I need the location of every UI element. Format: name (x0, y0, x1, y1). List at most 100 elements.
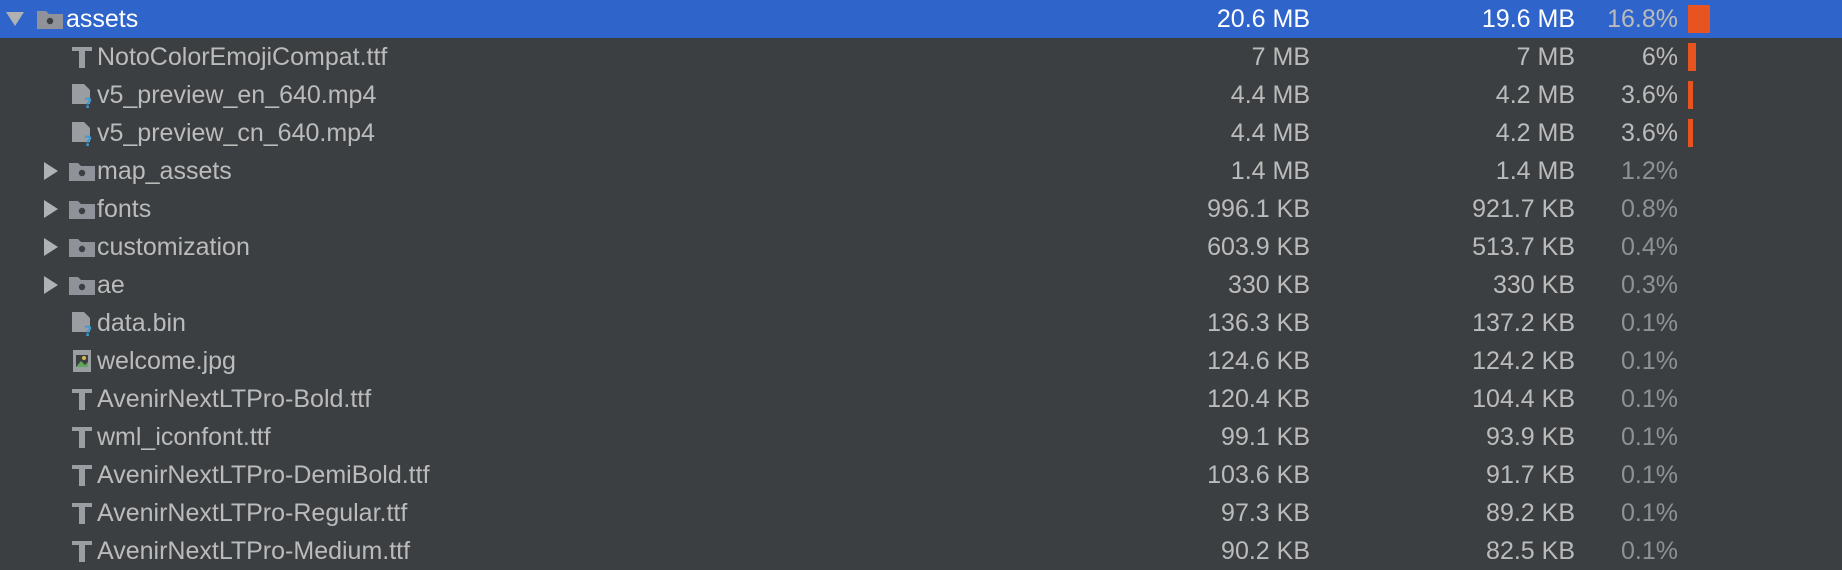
folder-icon (68, 195, 96, 223)
file-name: NotoColorEmojiCompat.ttf (97, 43, 388, 71)
size-percent: 1.2% (1621, 157, 1678, 185)
file-name: AvenirNextLTPro-DemiBold.ttf (97, 461, 430, 489)
unknown-file-icon: ? (68, 309, 96, 340)
tree-row[interactable]: ? v5_preview_cn_640.mp4 4.4 MB 4.2 MB 3.6% (0, 114, 1842, 152)
download-size: 104.4 KB (1472, 385, 1575, 413)
file-name: fonts (97, 195, 152, 223)
font-file-icon (68, 385, 96, 413)
size-percent: 0.1% (1621, 347, 1678, 375)
raw-size: 1.4 MB (1230, 157, 1310, 185)
size-percent: 0.1% (1621, 385, 1678, 413)
image-file-icon (68, 347, 96, 375)
file-name: map_assets (97, 157, 232, 185)
raw-size: 124.6 KB (1207, 347, 1310, 375)
size-bar (1688, 43, 1696, 71)
size-bar (1688, 5, 1710, 33)
svg-text:?: ? (84, 324, 92, 337)
file-name: AvenirNextLTPro-Bold.ttf (97, 385, 372, 413)
tree-row[interactable]: ae 330 KB 330 KB 0.3% (0, 266, 1842, 304)
unknown-file-icon: ? (68, 119, 96, 150)
raw-size: 97.3 KB (1221, 499, 1310, 527)
file-name: welcome.jpg (97, 347, 236, 375)
raw-size: 103.6 KB (1207, 461, 1310, 489)
download-size: 137.2 KB (1472, 309, 1575, 337)
size-percent: 0.1% (1621, 499, 1678, 527)
raw-size: 4.4 MB (1230, 119, 1310, 147)
tree-row[interactable]: AvenirNextLTPro-Medium.ttf 90.2 KB 82.5 KB… (0, 532, 1842, 570)
size-percent: 0.1% (1621, 423, 1678, 451)
folder-icon (36, 5, 64, 33)
folder-icon (68, 271, 96, 299)
file-name: AvenirNextLTPro-Medium.ttf (97, 537, 411, 565)
file-name: v5_preview_cn_640.mp4 (97, 119, 375, 147)
download-size: 82.5 KB (1486, 537, 1575, 565)
download-size: 921.7 KB (1472, 195, 1575, 223)
chevron-right-icon[interactable] (38, 228, 64, 266)
file-name: customization (97, 233, 250, 261)
font-file-icon (68, 499, 96, 527)
tree-row[interactable]: fonts 996.1 KB 921.7 KB 0.8% (0, 190, 1842, 228)
font-file-icon (68, 423, 96, 451)
download-size: 91.7 KB (1486, 461, 1575, 489)
download-size: 7 MB (1516, 43, 1575, 71)
font-file-icon (68, 537, 96, 565)
raw-size: 603.9 KB (1207, 233, 1310, 261)
raw-size: 330 KB (1227, 271, 1310, 299)
chevron-right-icon[interactable] (38, 190, 64, 228)
raw-size: 20.6 MB (1216, 5, 1310, 33)
chevron-right-icon[interactable] (38, 266, 64, 304)
tree-row[interactable]: AvenirNextLTPro-Bold.ttf 120.4 KB 104.4 KB… (0, 380, 1842, 418)
raw-size: 7 MB (1251, 43, 1310, 71)
tree-row[interactable]: map_assets 1.4 MB 1.4 MB 1.2% (0, 152, 1842, 190)
file-name: ae (97, 271, 125, 299)
file-size-tree: assets 20.6 MB 19.6 MB 16.8% NotoColorEmojiC… (0, 0, 1842, 565)
font-file-icon (68, 461, 96, 489)
download-size: 4.2 MB (1495, 81, 1575, 109)
size-percent: 6% (1641, 43, 1678, 71)
file-name: wml_iconfont.ttf (97, 423, 271, 451)
file-name: v5_preview_en_640.mp4 (97, 81, 377, 109)
tree-row[interactable]: ? v5_preview_en_640.mp4 4.4 MB 4.2 MB 3.6% (0, 76, 1842, 114)
chevron-down-icon[interactable] (2, 0, 28, 38)
size-bar (1688, 119, 1693, 147)
download-size: 4.2 MB (1495, 119, 1575, 147)
file-name: data.bin (97, 309, 186, 337)
tree-row[interactable]: customization 603.9 KB 513.7 KB 0.4% (0, 228, 1842, 266)
raw-size: 99.1 KB (1221, 423, 1310, 451)
raw-size: 90.2 KB (1221, 537, 1310, 565)
chevron-right-icon[interactable] (38, 152, 64, 190)
tree-row[interactable]: welcome.jpg 124.6 KB 124.2 KB 0.1% (0, 342, 1842, 380)
download-size: 330 KB (1492, 271, 1575, 299)
size-percent: 0.3% (1621, 271, 1678, 299)
size-percent: 3.6% (1621, 119, 1678, 147)
size-percent: 0.8% (1621, 195, 1678, 223)
file-name: assets (66, 5, 139, 33)
file-name: AvenirNextLTPro-Regular.ttf (97, 499, 408, 527)
raw-size: 996.1 KB (1207, 195, 1310, 223)
tree-row[interactable]: wml_iconfont.ttf 99.1 KB 93.9 KB 0.1% (0, 418, 1842, 456)
size-bar (1688, 81, 1693, 109)
download-size: 93.9 KB (1486, 423, 1575, 451)
size-percent: 0.1% (1621, 461, 1678, 489)
download-size: 89.2 KB (1486, 499, 1575, 527)
raw-size: 120.4 KB (1207, 385, 1310, 413)
tree-row[interactable]: ? data.bin 136.3 KB 137.2 KB 0.1% (0, 304, 1842, 342)
size-percent: 0.1% (1621, 537, 1678, 565)
size-percent: 16.8% (1607, 5, 1678, 33)
tree-row[interactable]: NotoColorEmojiCompat.ttf 7 MB 7 MB 6% (0, 38, 1842, 76)
download-size: 513.7 KB (1472, 233, 1575, 261)
svg-text:?: ? (84, 134, 92, 147)
tree-row[interactable]: AvenirNextLTPro-Regular.ttf 97.3 KB 89.2 K… (0, 494, 1842, 532)
size-percent: 3.6% (1621, 81, 1678, 109)
unknown-file-icon: ? (68, 81, 96, 112)
tree-row[interactable]: AvenirNextLTPro-DemiBold.ttf 103.6 KB 91.7… (0, 456, 1842, 494)
folder-icon (68, 157, 96, 185)
svg-text:?: ? (84, 96, 92, 109)
download-size: 124.2 KB (1472, 347, 1575, 375)
raw-size: 136.3 KB (1207, 309, 1310, 337)
size-percent: 0.1% (1621, 309, 1678, 337)
download-size: 19.6 MB (1481, 5, 1575, 33)
tree-row[interactable]: assets 20.6 MB 19.6 MB 16.8% (0, 0, 1842, 38)
font-file-icon (68, 43, 96, 71)
folder-icon (68, 233, 96, 261)
